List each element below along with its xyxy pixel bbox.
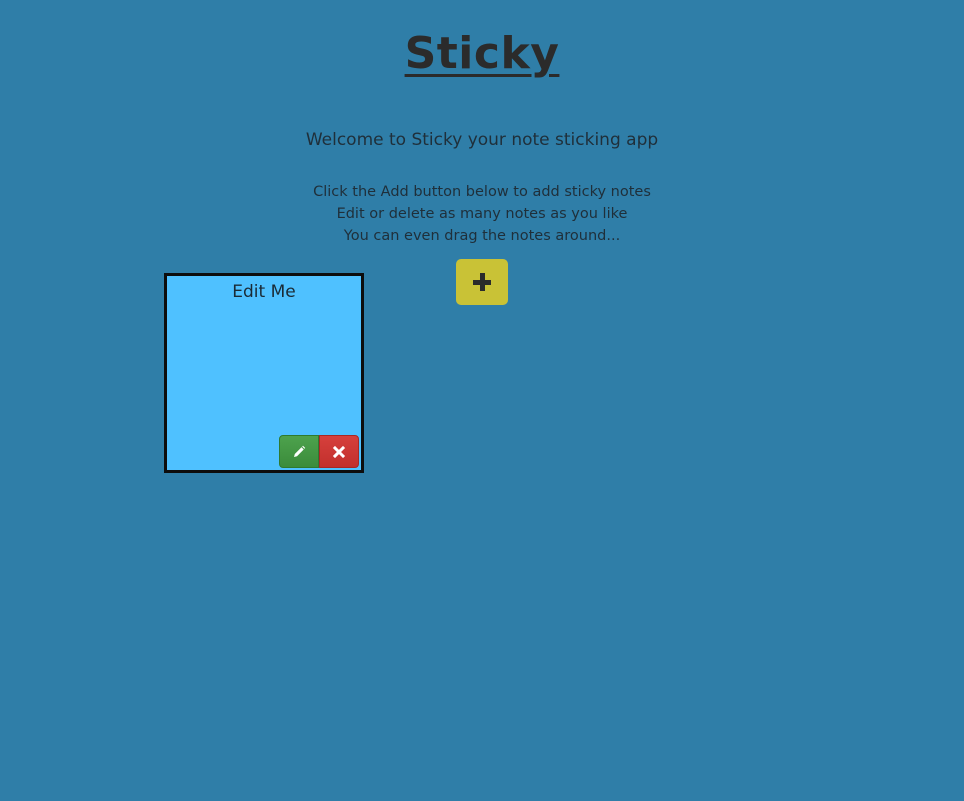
instruction-line: Edit or delete as many notes as you like	[336, 206, 628, 222]
instruction-line: Click the Add button below to add sticky…	[313, 184, 651, 200]
delete-note-button[interactable]	[319, 435, 359, 468]
page-title: Sticky	[404, 28, 560, 79]
close-icon	[333, 445, 345, 458]
note-text[interactable]: Edit Me	[167, 282, 361, 302]
welcome-text: Welcome to Sticky your note sticking app	[305, 130, 659, 150]
sticky-note[interactable]: Edit Me	[164, 273, 364, 473]
plus-icon	[473, 273, 491, 291]
edit-note-button[interactable]	[279, 435, 319, 468]
add-note-button[interactable]	[456, 259, 508, 305]
pencil-icon	[292, 445, 306, 459]
instruction-line: You can even drag the notes around...	[343, 228, 621, 244]
instructions: Click the Add button below to add sticky…	[0, 181, 964, 247]
